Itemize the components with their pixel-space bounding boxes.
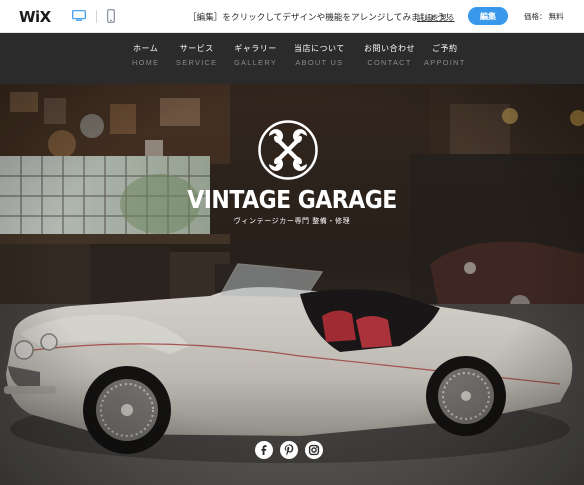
nav-label-jp: ご予約 <box>432 44 458 53</box>
nav-label-en: ABOUT US <box>295 58 344 67</box>
pinterest-icon[interactable] <box>280 441 298 459</box>
nav-label-en: GALLERY <box>234 58 278 67</box>
nav-label-en: HOME <box>132 58 160 67</box>
nav-label-jp: ホーム <box>133 44 159 53</box>
mobile-icon[interactable] <box>107 9 115 23</box>
hero-subtitle: ヴィンテージカー専門 整備・修理 <box>233 218 351 225</box>
nav-item-service[interactable]: サービス SERVICE <box>176 43 217 67</box>
crossed-wrenches-icon <box>258 120 318 180</box>
nav-item-about[interactable]: 当店について ABOUT US <box>294 43 345 67</box>
hero-title: VINTAGE GARAGE <box>187 185 397 214</box>
site-nav: ホーム HOME サービス SERVICE ギャラリー GALLERY 当店につ… <box>0 33 584 84</box>
nav-label-en: SERVICE <box>176 58 218 67</box>
device-separator <box>96 10 97 23</box>
promo-text: ［編集］をクリックしてデザインや機能をアレンジしてみましょう！ <box>188 12 454 22</box>
nav-item-gallery[interactable]: ギャラリー GALLERY <box>234 43 277 67</box>
facebook-icon[interactable] <box>255 441 273 459</box>
wix-logo[interactable]: WiX <box>19 8 51 26</box>
nav-item-appoint[interactable]: ご予約 APPOINT <box>424 43 466 67</box>
nav-label-jp: お問い合わせ <box>364 44 415 53</box>
details-link[interactable]: 詳細を見る <box>417 12 455 23</box>
nav-label-jp: サービス <box>179 44 214 53</box>
nav-label-jp: ギャラリー <box>234 44 277 53</box>
editor-top-bar: WiX ［編集］をクリックしてデザインや機能をアレンジしてみましょう！ 詳細を見… <box>0 0 584 33</box>
price-label: 価格： 無料 <box>524 12 564 21</box>
nav-label-en: CONTACT <box>367 58 412 67</box>
nav-item-contact[interactable]: お問い合わせ CONTACT <box>364 43 415 67</box>
nav-label-jp: 当店について <box>294 44 345 53</box>
nav-label-en: APPOINT <box>424 58 466 67</box>
instagram-icon[interactable] <box>305 441 323 459</box>
desktop-icon[interactable] <box>72 10 86 21</box>
hero-section: VINTAGE GARAGE ヴィンテージカー専門 整備・修理 <box>0 84 584 485</box>
nav-item-home[interactable]: ホーム HOME <box>132 43 159 67</box>
edit-button[interactable]: 編集 <box>468 7 508 25</box>
